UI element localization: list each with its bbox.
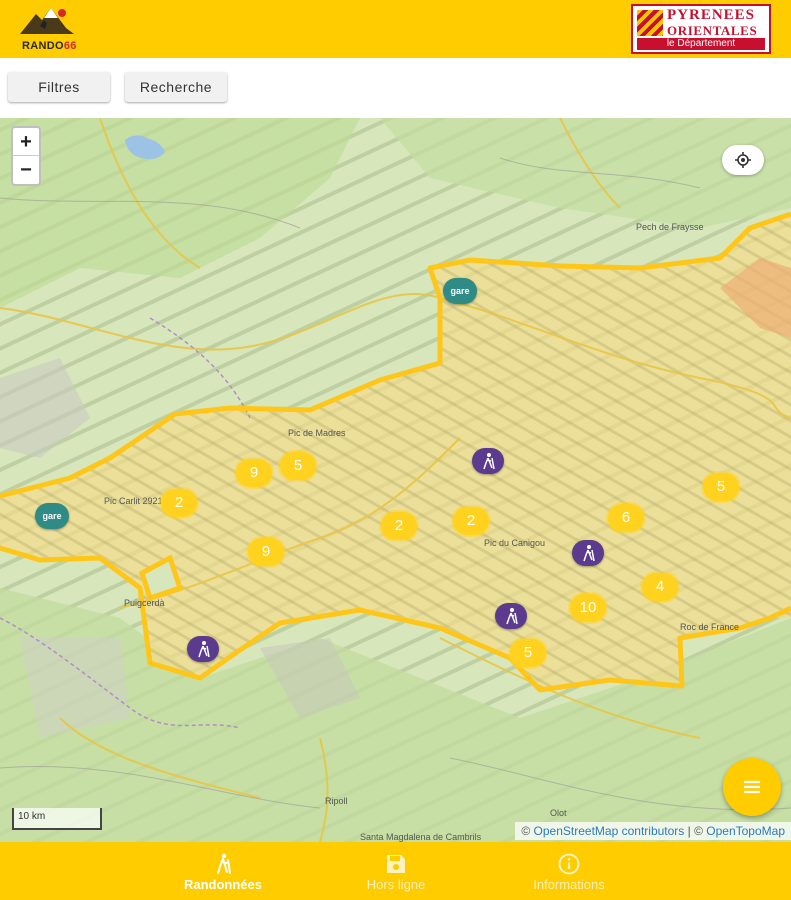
filter-toolbar: Filtres Recherche: [0, 58, 791, 118]
locate-button[interactable]: [722, 145, 764, 175]
hike-cluster[interactable]: 10: [570, 594, 606, 622]
save-icon: [387, 855, 405, 873]
hiker-marker[interactable]: [472, 448, 504, 474]
train-station-marker[interactable]: gare: [443, 278, 477, 304]
info-icon: [558, 853, 580, 875]
hike-cluster[interactable]: 5: [703, 473, 739, 501]
map-attribution: © OpenStreetMap contributors | © OpenTop…: [515, 822, 791, 840]
search-button[interactable]: Recherche: [125, 72, 227, 102]
hike-cluster[interactable]: 6: [608, 504, 644, 532]
zoom-out-button[interactable]: −: [13, 156, 39, 184]
place-label: Olot: [550, 808, 567, 818]
logo-line-1: PYRENEES: [667, 7, 756, 23]
osm-link[interactable]: OpenStreetMap contributors: [534, 824, 685, 838]
crosshair-icon: [735, 151, 751, 168]
hiker-icon: [506, 608, 518, 625]
rando66-logo[interactable]: RANDO66: [18, 4, 80, 56]
zoom-control: + −: [11, 126, 41, 186]
scale-bar: 10 km: [12, 808, 102, 830]
nav-label: Hors ligne: [366, 877, 426, 892]
hike-cluster[interactable]: 9: [236, 459, 272, 487]
nav-label: Randonnées: [183, 877, 262, 892]
attribution-prefix: ©: [521, 824, 534, 838]
place-label: Pic du Canigou: [484, 538, 546, 548]
train-station-marker[interactable]: gare: [35, 503, 69, 529]
mountain-logo-icon: [20, 8, 74, 34]
place-label: Puigcerdà: [124, 598, 165, 608]
hike-cluster[interactable]: 9: [248, 538, 284, 566]
hiker-marker[interactable]: [187, 636, 219, 662]
app-header: RANDO66 PYRENEES ORIENTALES le Départeme…: [0, 0, 791, 58]
opentopomap-link[interactable]: OpenTopoMap: [706, 824, 785, 838]
attribution-separator: | ©: [684, 824, 707, 838]
place-label: Pech de Fraysse: [636, 222, 704, 232]
hiker-marker[interactable]: [572, 540, 604, 566]
map-view[interactable]: Pic de Madres Pic Carlit 2921 Pic du Can…: [0, 118, 791, 842]
hike-cluster[interactable]: 5: [510, 639, 546, 667]
bottom-navigation: Randonnées Hors ligne Informations: [0, 842, 791, 900]
hike-cluster[interactable]: 5: [280, 452, 316, 480]
logo-line-3: le Département: [637, 38, 765, 50]
logo-line-2: ORIENTALES: [667, 23, 758, 38]
nav-hors-ligne[interactable]: Hors ligne: [316, 842, 476, 900]
place-label: Pic de Madres: [288, 428, 346, 438]
place-label: Santa Magdalena de Cambrils: [360, 832, 482, 842]
hike-cluster[interactable]: 2: [381, 512, 417, 540]
hiker-marker[interactable]: [495, 603, 527, 629]
layers-menu-button[interactable]: [723, 758, 781, 816]
hike-cluster[interactable]: 2: [161, 489, 197, 517]
nav-informations[interactable]: Informations: [489, 842, 649, 900]
filters-button[interactable]: Filtres: [8, 72, 110, 102]
place-label: Ripoll: [325, 796, 348, 806]
hiker-icon: [483, 453, 495, 470]
logo-text: RANDO66: [22, 40, 77, 52]
nav-label: Informations: [533, 877, 605, 892]
hike-cluster[interactable]: 2: [453, 507, 489, 535]
hiker-icon: [198, 641, 210, 658]
nav-randonnees[interactable]: Randonnées: [143, 842, 303, 900]
place-label: Pic Carlit 2921: [104, 496, 163, 506]
zoom-in-button[interactable]: +: [13, 128, 39, 156]
hiker-icon: [217, 853, 231, 874]
hike-cluster[interactable]: 4: [642, 573, 678, 601]
hiker-icon: [583, 545, 595, 562]
list-icon: [744, 780, 760, 794]
catalan-flag-icon: [637, 10, 663, 36]
place-label: Roc de France: [680, 622, 740, 632]
pyrenees-orientales-logo[interactable]: PYRENEES ORIENTALES le Département: [631, 4, 771, 54]
